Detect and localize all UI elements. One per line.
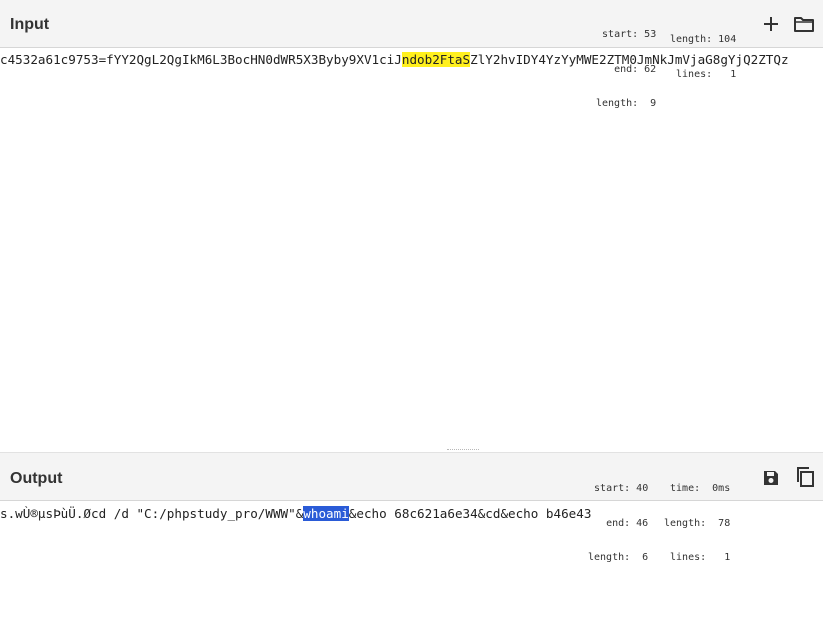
- input-text-before: c4532a61c9753=fYY2QgL2QgIkM6L3BocHN0dWR5…: [0, 52, 402, 67]
- add-input-button[interactable]: [759, 12, 783, 36]
- output-text-after: &echo 68c621a6e34&cd&echo b46e43: [348, 506, 592, 521]
- save-icon: [764, 471, 778, 485]
- input-selection-highlight: ndob2FtaS: [401, 52, 471, 67]
- output-time-stat: time: 0ms: [670, 483, 731, 494]
- folder-icon: [794, 17, 814, 32]
- output-lines-stat: lines: 1: [670, 552, 731, 563]
- output-selection-highlight: whoami: [303, 506, 349, 521]
- input-selection-length-stat: length: 9: [596, 98, 657, 109]
- output-start-stat: start: 40: [594, 483, 649, 494]
- output-title: Output: [10, 470, 63, 487]
- output-selection-length-stat: length: 6: [588, 552, 649, 563]
- open-file-button[interactable]: [792, 12, 816, 36]
- copy-icon: [797, 467, 814, 487]
- input-textarea[interactable]: c4532a61c9753=fYY2QgL2QgIkM6L3BocHN0dWR5…: [0, 52, 823, 68]
- output-pane-header: Output start: 40 end: 46 length: 6 time:…: [0, 452, 823, 563]
- output-textarea[interactable]: s.wÙ®µsÞùÜ.Øcd /d "C:/phpstudy_pro/WWW"&…: [0, 506, 823, 522]
- plus-icon: [764, 17, 778, 31]
- output-selection-stats: start: 40 end: 46 length: 6: [588, 460, 648, 587]
- output-text-before: s.wÙ®µsÞùÜ.Øcd /d "C:/phpstudy_pro/WWW"&: [0, 506, 304, 521]
- copy-output-button[interactable]: [793, 465, 817, 489]
- input-lines-stat: lines: 1: [676, 68, 737, 80]
- save-output-button[interactable]: [759, 466, 783, 490]
- input-start-stat: start: 53: [602, 29, 657, 40]
- output-totals-stats: time: 0ms length: 78 lines: 1: [664, 460, 730, 587]
- input-total-length-stat: length: 104: [670, 34, 737, 45]
- input-text-after: ZlY2hvIDY4YzYyMWE2ZTM0JmNkJmVjaG8gYjQ2ZT…: [470, 52, 789, 67]
- input-pane-header: Input start: 53 end: 62 length: 9 length…: [0, 0, 823, 109]
- input-title: Input: [10, 16, 50, 33]
- input-selection-stats: start: 53 end: 62 length: 9: [596, 6, 656, 133]
